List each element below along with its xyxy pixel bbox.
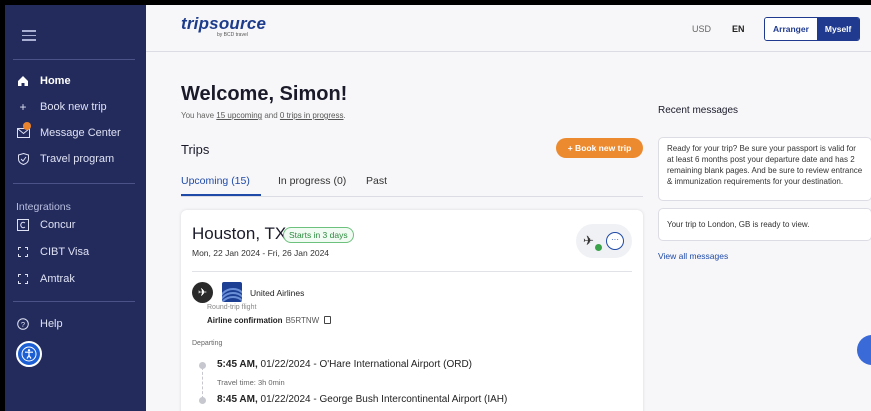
check-badge-icon [595, 244, 602, 251]
sidebar-item-book-new-trip[interactable]: + Book new trip [16, 98, 107, 116]
sidebar-item-message-center[interactable]: Message Center [16, 122, 121, 142]
sidebar-item-label: Amtrak [40, 273, 75, 285]
main-content: tripsource by BCD travel USD EN Arranger… [146, 5, 871, 411]
chat-button[interactable] [857, 335, 871, 365]
myself-toggle[interactable]: Myself [816, 18, 860, 40]
accessibility-button[interactable] [16, 341, 42, 367]
top-bar: tripsource by BCD travel USD EN Arranger… [146, 5, 871, 52]
tab-upcoming[interactable]: Upcoming (15) [181, 175, 250, 187]
help-icon: ? [16, 317, 30, 331]
message-card[interactable]: Ready for your trip? Be sure your passpo… [658, 137, 871, 201]
plane-icon: ✈ [583, 233, 594, 248]
book-new-trip-button[interactable]: + Book new trip [556, 138, 643, 158]
sidebar: Home + Book new trip Message Center Trav… [5, 5, 146, 411]
sidebar-divider [13, 59, 135, 60]
home-icon [16, 74, 30, 88]
active-tab-indicator [181, 194, 261, 196]
sidebar-item-amtrak[interactable]: Amtrak [16, 270, 75, 288]
sidebar-item-home[interactable]: Home [16, 72, 71, 90]
confirmation-code: B5RTNW [285, 316, 320, 325]
trip-card[interactable]: Houston, TX Starts in 3 days Mon, 22 Jan… [181, 210, 643, 411]
trip-type: Round-trip flight [207, 304, 257, 311]
svg-text:?: ? [21, 320, 25, 329]
welcome-subtitle: You have 15 upcoming and 0 trips in prog… [181, 111, 346, 120]
departure-segment: 5:45 AM, 01/22/2024 - O'Hare Internation… [217, 359, 472, 370]
tripsource-logo[interactable]: tripsource by BCD travel [181, 14, 266, 38]
timeline-line [202, 367, 203, 399]
trips-heading: Trips [181, 142, 210, 157]
sidebar-divider [13, 301, 135, 302]
sidebar-divider [13, 183, 135, 184]
departing-label: Departing [192, 340, 223, 347]
timeline-dot [199, 397, 206, 404]
arranger-toggle[interactable]: Arranger [765, 18, 817, 40]
tab-past[interactable]: Past [366, 175, 387, 187]
currency-selector[interactable]: USD [692, 24, 711, 34]
sidebar-item-label: Help [40, 318, 63, 330]
united-airlines-logo [222, 282, 242, 302]
arrival-segment: 8:45 AM, 01/22/2024 - George Bush Interc… [217, 394, 508, 405]
timeline-dot [199, 362, 206, 369]
sidebar-item-label: Book new trip [40, 101, 107, 113]
confirmation-row: Airline confirmation B5RTNW [207, 316, 332, 325]
sidebar-item-label: Home [40, 75, 71, 87]
sidebar-item-concur[interactable]: Concur [16, 216, 75, 234]
sidebar-item-cibt-visa[interactable]: CIBT Visa [16, 243, 89, 261]
sidebar-item-label: CIBT Visa [40, 246, 90, 258]
flight-icon: ✈ [192, 282, 213, 303]
sidebar-item-label: Message Center [40, 127, 121, 139]
hamburger-icon[interactable] [22, 30, 36, 44]
sidebar-item-help[interactable]: ? Help [16, 315, 63, 333]
sidebar-item-label: Concur [40, 219, 76, 231]
shield-icon [16, 152, 30, 166]
sidebar-item-travel-program[interactable]: Travel program [16, 150, 114, 168]
role-toggle: Arranger Myself [764, 17, 861, 41]
more-options-button[interactable]: ··· [606, 232, 624, 250]
integrations-heading: Integrations [16, 201, 71, 213]
message-card[interactable]: Your trip to London, GB is ready to view… [658, 208, 871, 241]
recent-messages-heading: Recent messages [658, 105, 739, 116]
airline-name: United Airlines [250, 288, 305, 298]
card-divider [192, 271, 632, 272]
trips-tabs: Upcoming (15) In progress (0) Past [181, 169, 643, 197]
language-selector[interactable]: EN [732, 24, 745, 34]
travel-time: Travel time: 3h 0min [217, 378, 285, 387]
status-badge: Starts in 3 days [283, 227, 354, 243]
trip-dates: Mon, 22 Jan 2024 - Fri, 26 Jan 2024 [192, 248, 330, 258]
sidebar-item-label: Travel program [40, 153, 115, 165]
notification-badge [23, 122, 31, 130]
in-progress-trips-link[interactable]: 0 trips in progress [280, 111, 344, 120]
concur-icon [16, 218, 30, 232]
app-window: Home + Book new trip Message Center Trav… [5, 5, 871, 411]
view-all-messages-link[interactable]: View all messages [658, 251, 728, 261]
plus-icon: + [19, 100, 27, 114]
external-link-icon [16, 272, 30, 286]
tab-in-progress[interactable]: In progress (0) [278, 175, 346, 187]
upcoming-trips-link[interactable]: 15 upcoming [216, 111, 262, 120]
page-title: Welcome, Simon! [181, 83, 348, 105]
copy-icon[interactable] [324, 316, 332, 324]
accessibility-icon [21, 346, 37, 362]
trip-destination: Houston, TX [192, 224, 287, 243]
external-link-icon [16, 245, 30, 259]
trip-actions: ✈ ··· [576, 224, 632, 258]
mail-icon [16, 122, 31, 140]
